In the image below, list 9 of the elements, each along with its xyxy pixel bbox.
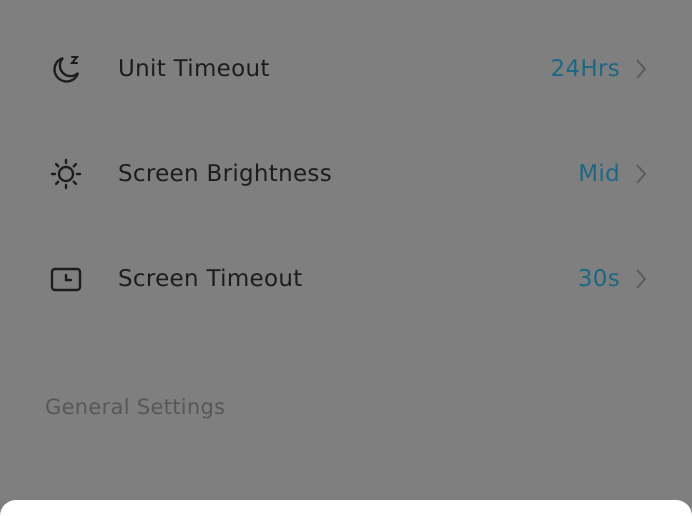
chevron-right-icon[interactable]	[634, 162, 648, 186]
setting-value: 30s	[578, 266, 620, 292]
setting-label: Unit Timeout	[118, 56, 271, 82]
chevron-right-icon[interactable]	[634, 266, 648, 290]
setting-value: 24Hrs	[550, 56, 620, 82]
setting-label: Screen Brightness	[118, 160, 333, 186]
setting-value: Mid	[578, 160, 620, 186]
setting-label: Screen Timeout	[118, 266, 304, 292]
chevron-right-icon[interactable]	[634, 56, 648, 80]
